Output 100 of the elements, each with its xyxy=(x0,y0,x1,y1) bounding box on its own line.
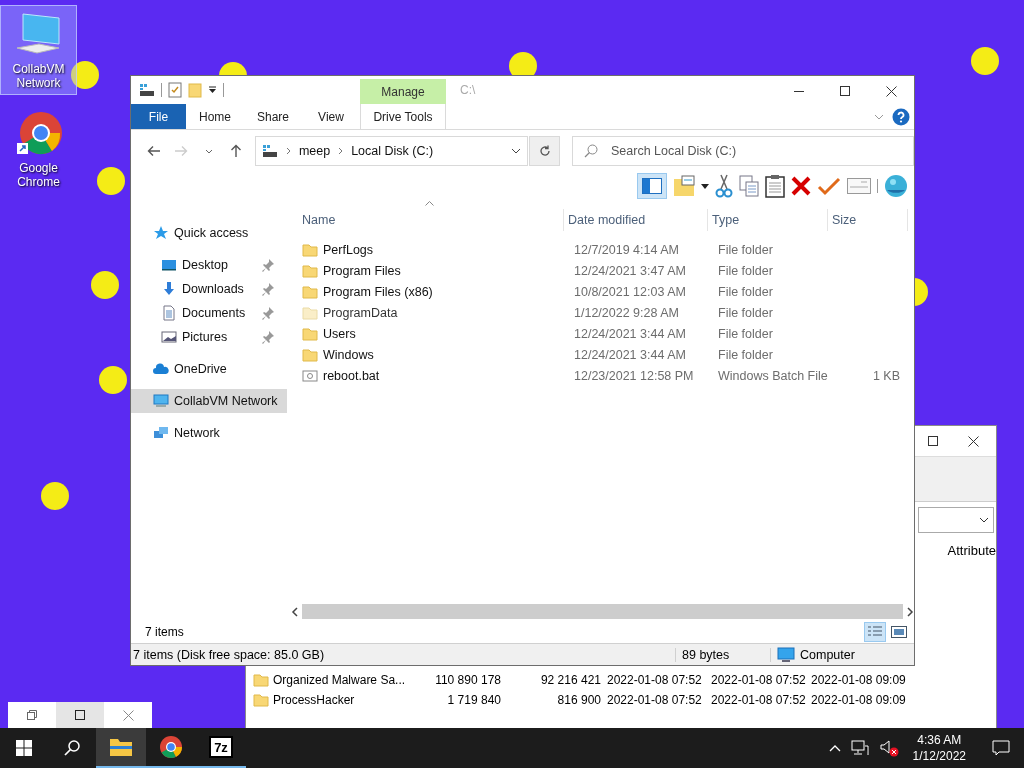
scrollbar-thumb[interactable] xyxy=(302,604,903,619)
computer-icon xyxy=(777,646,795,663)
computer-icon xyxy=(153,393,169,409)
address-bar[interactable]: meep Local Disk (C:) xyxy=(254,136,529,166)
chevron-right-icon xyxy=(338,147,344,155)
maximize-icon xyxy=(75,710,85,720)
volume-muted-icon[interactable] xyxy=(878,739,899,757)
chrome-icon xyxy=(159,735,183,759)
drive-icon[interactable] xyxy=(139,83,155,97)
check-icon[interactable] xyxy=(817,176,841,196)
paste-icon[interactable] xyxy=(765,174,785,198)
arrow-right-icon xyxy=(174,145,189,157)
ribbon-tab[interactable]: Drive Tools xyxy=(360,104,446,129)
table-cell-text: 2022-01-08 07:52 xyxy=(710,673,805,687)
scroll-left-icon[interactable] xyxy=(291,606,299,617)
close-icon xyxy=(967,435,979,447)
chevron-up-icon[interactable] xyxy=(828,744,841,752)
navigation-item[interactable]: Quick access xyxy=(131,221,287,245)
help-icon[interactable] xyxy=(892,107,910,126)
chrome-icon xyxy=(14,111,63,157)
clock[interactable]: 4:36 AM 1/12/2022 xyxy=(908,732,970,764)
table-cell-text: 2022-01-08 07:52 xyxy=(606,693,703,707)
breadcrumb-link[interactable]: meep xyxy=(298,144,331,158)
desktop-icon[interactable]: CollabVM Network xyxy=(0,5,77,95)
taskbar-app-button[interactable]: 7z xyxy=(196,728,246,768)
taskbar-app-button[interactable] xyxy=(96,728,146,768)
scroll-right-icon[interactable] xyxy=(906,606,914,617)
drive-icon xyxy=(261,144,278,158)
search-field[interactable]: Search Local Disk (C:) xyxy=(572,136,914,166)
table-cell-text: 12/7/2019 4:14 AM xyxy=(573,242,680,257)
preview-pane-button[interactable] xyxy=(637,173,667,199)
file-name[interactable]: Program Files (x86) xyxy=(323,284,433,299)
table-cell-text: 1 KB xyxy=(871,368,901,383)
status-text: Computer xyxy=(800,647,855,662)
desktop-icon xyxy=(161,257,177,273)
blob-mark xyxy=(41,482,69,510)
notification-icon[interactable] xyxy=(992,740,1010,756)
file-name[interactable]: Program Files xyxy=(323,263,401,278)
column-header[interactable]: Size xyxy=(828,209,908,231)
table-cell-text: 816 900 xyxy=(556,693,601,707)
chevron-down-icon[interactable] xyxy=(511,148,522,154)
desktop-icon-label: CollabVM Network xyxy=(11,62,66,90)
file-name: Organized Malware Sa... xyxy=(273,673,406,687)
column-header[interactable]: Name xyxy=(298,209,564,231)
navigation-item[interactable]: Desktop xyxy=(131,253,287,277)
maximize-button[interactable] xyxy=(56,702,104,728)
maximize-icon xyxy=(928,436,938,446)
ribbon-tab[interactable]: Share xyxy=(244,104,302,129)
dropdown-icon[interactable] xyxy=(701,183,709,189)
table-cell-text: File folder xyxy=(717,263,774,278)
navigation-item[interactable]: Pictures xyxy=(131,325,287,349)
breadcrumb-link[interactable]: Local Disk (C:) xyxy=(351,144,434,158)
arrow-up-icon xyxy=(230,144,243,158)
copy-icon[interactable] xyxy=(739,175,759,197)
table-cell-text: 2022-01-08 07:52 xyxy=(710,693,805,707)
network-icon[interactable] xyxy=(850,740,869,756)
ribbon-tab[interactable]: Home xyxy=(186,104,244,129)
column-header[interactable]: Attribute xyxy=(947,542,996,558)
desktop-icon-label: Google Chrome xyxy=(16,161,61,189)
windows-logo-icon xyxy=(16,740,32,756)
navigation-item[interactable]: Downloads xyxy=(131,277,287,301)
desktop-icon[interactable]: Google Chrome xyxy=(0,104,77,194)
file-name[interactable]: Users xyxy=(323,326,356,341)
file-name[interactable]: Windows xyxy=(323,347,374,362)
dropdown-icon[interactable] xyxy=(208,86,217,94)
table-cell-text: File folder xyxy=(717,305,774,320)
navigation-item[interactable]: OneDrive xyxy=(131,357,287,381)
properties-icon[interactable] xyxy=(168,82,182,98)
globe-icon[interactable] xyxy=(884,174,908,198)
navigation-item[interactable]: CollabVM Network xyxy=(131,389,287,413)
blob-mark xyxy=(71,61,99,89)
chevron-down-icon xyxy=(204,148,213,154)
document-icon xyxy=(161,305,177,321)
table-cell-text: 1 719 840 xyxy=(446,693,501,707)
table-cell-text: Windows Batch File xyxy=(717,368,828,383)
new-folder-icon[interactable] xyxy=(673,175,695,197)
envelope-icon[interactable] xyxy=(847,178,871,194)
file-name[interactable]: reboot.bat xyxy=(323,368,380,383)
refresh-button[interactable] xyxy=(529,136,560,166)
maximize-icon xyxy=(840,86,850,96)
column-header[interactable]: Date modified xyxy=(564,209,708,231)
table-cell-text: File folder xyxy=(717,326,774,341)
close-icon xyxy=(122,709,134,721)
column-header[interactable]: Type xyxy=(708,209,828,231)
file-menu-tab[interactable]: File xyxy=(131,104,186,129)
table-cell-text: 12/24/2021 3:44 AM xyxy=(573,326,687,341)
table-cell-text: File folder xyxy=(717,284,774,299)
file-name[interactable]: PerfLogs xyxy=(323,242,374,257)
network-icon xyxy=(153,425,169,441)
delete-icon[interactable] xyxy=(791,176,811,196)
navigation-item[interactable]: Documents xyxy=(131,301,287,325)
refresh-icon xyxy=(538,145,551,157)
ribbon-tab[interactable]: View xyxy=(302,104,360,129)
window-title: C:\ xyxy=(459,82,477,99)
file-name[interactable]: ProgramData xyxy=(323,305,398,320)
close-icon xyxy=(885,85,897,97)
status-text: 89 bytes xyxy=(676,647,771,662)
cut-icon[interactable] xyxy=(715,174,733,198)
navigation-item[interactable]: Network xyxy=(131,421,287,445)
context-tab-group-label: Manage xyxy=(360,79,446,104)
